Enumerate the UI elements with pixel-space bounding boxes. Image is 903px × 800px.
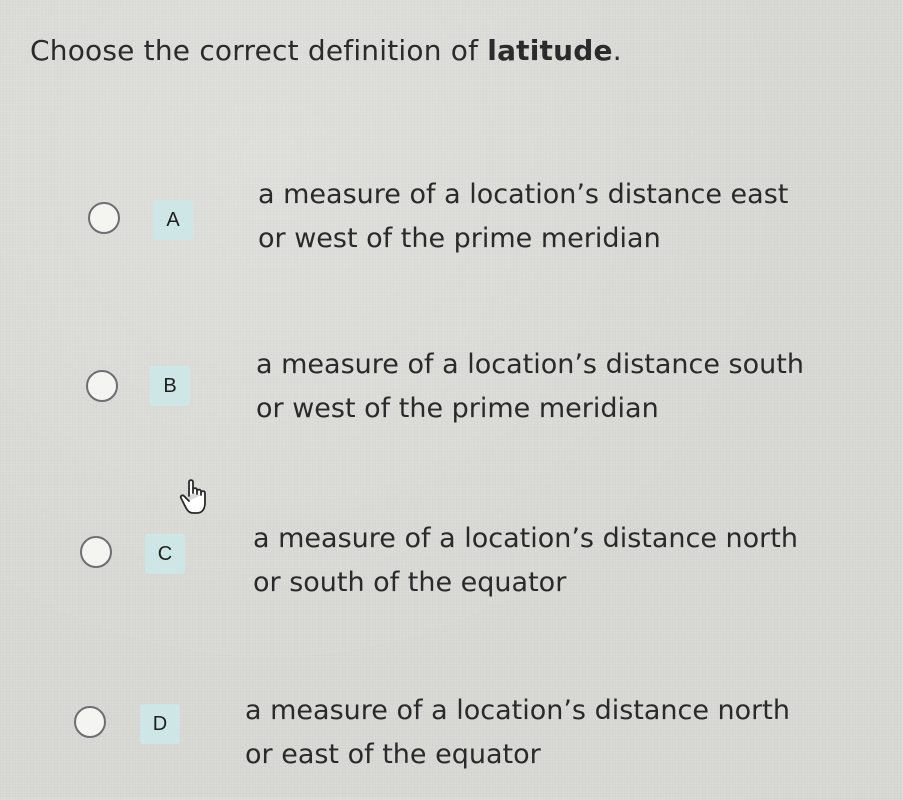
choice-c-letter-badge: C xyxy=(145,534,185,574)
choice-d[interactable]: D a measure of a location’s distance nor… xyxy=(0,680,903,800)
choice-c[interactable]: C a measure of a location’s distance nor… xyxy=(0,512,903,632)
choice-c-radio[interactable] xyxy=(80,536,112,568)
choice-a-text-line1: a measure of a location’s distance east xyxy=(258,179,789,210)
choice-a-radio[interactable] xyxy=(88,202,120,234)
choice-b-text-line2: or west of the prime meridian xyxy=(256,393,659,424)
choice-c-text-line1: a measure of a location’s distance north xyxy=(253,523,798,554)
choice-a[interactable]: A a measure of a location’s distance eas… xyxy=(0,170,903,290)
choice-b-letter-badge: B xyxy=(150,366,190,406)
choice-b-text-line1: a measure of a location’s distance south xyxy=(256,349,804,380)
choice-d-text-line1: a measure of a location’s distance north xyxy=(245,695,790,726)
choice-b[interactable]: B a measure of a location’s distance sou… xyxy=(0,340,903,460)
choice-d-radio[interactable] xyxy=(74,706,106,738)
choice-d-letter-badge: D xyxy=(140,704,180,744)
choice-b-radio[interactable] xyxy=(86,370,118,402)
choice-c-text-line2: or south of the equator xyxy=(253,567,567,598)
hand-pointer-icon xyxy=(179,479,206,514)
choice-d-text-line2: or east of the equator xyxy=(245,739,541,770)
question-text: Choose the correct definition of latitud… xyxy=(30,34,622,67)
question-suffix: . xyxy=(612,34,622,67)
choice-a-letter-badge: A xyxy=(153,200,193,240)
question-keyword: latitude xyxy=(487,34,613,67)
choice-a-text-line2: or west of the prime meridian xyxy=(258,223,661,254)
question-prefix: Choose the correct definition of xyxy=(30,34,488,67)
